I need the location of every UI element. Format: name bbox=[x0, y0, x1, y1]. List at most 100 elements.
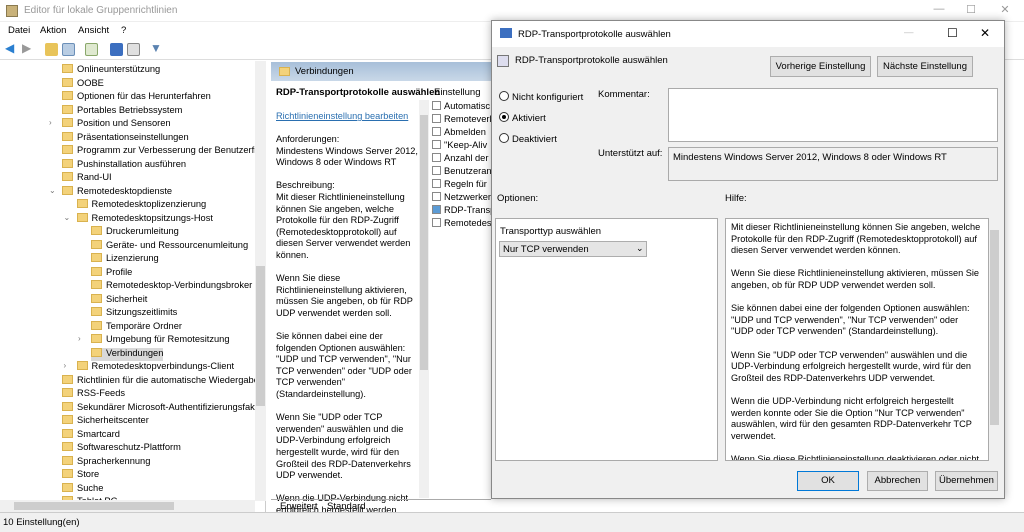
next-setting-button[interactable]: Nächste Einstellung bbox=[877, 56, 973, 77]
tree-item[interactable]: Rand-UI bbox=[62, 172, 112, 185]
tree-item[interactable]: Lizenzierung bbox=[91, 253, 159, 266]
dialog-title-bar: RDP-Transportprotokolle auswählen — ☐ ✕ bbox=[492, 21, 1004, 47]
setting-item[interactable]: RDP-Transp bbox=[432, 205, 492, 218]
transport-type-select[interactable]: Nur TCP verwenden ⌄ bbox=[499, 241, 647, 257]
menu-help[interactable]: ? bbox=[121, 25, 126, 36]
tree-item[interactable]: Remotedesktoplizenzierung bbox=[76, 199, 206, 212]
setting-item[interactable]: Abmelden bbox=[432, 127, 492, 140]
ok-button[interactable]: OK bbox=[797, 471, 859, 491]
cancel-button[interactable]: Abbrechen bbox=[867, 471, 928, 491]
setting-item[interactable]: Automatisc bbox=[432, 101, 492, 114]
tree-item[interactable]: Sitzungszeitlimits bbox=[91, 307, 177, 320]
scroll-thumb[interactable] bbox=[256, 266, 265, 406]
help-scrollbar[interactable] bbox=[989, 218, 1000, 461]
radio-circle[interactable] bbox=[499, 133, 509, 143]
radio-not-configured[interactable]: Nicht konfiguriert bbox=[499, 91, 583, 103]
dialog-close-button[interactable]: ✕ bbox=[980, 26, 990, 40]
folder-icon bbox=[91, 320, 102, 330]
setting-item[interactable]: Anzahl der bbox=[432, 153, 492, 166]
tree-item[interactable]: RSS-Feeds bbox=[62, 388, 125, 401]
tab-standard[interactable]: Standard bbox=[327, 501, 366, 512]
options-pane: Transporttyp auswählen Nur TCP verwenden… bbox=[495, 218, 718, 461]
tree-item[interactable]: Präsentationseinstellungen bbox=[62, 131, 189, 145]
tree-item[interactable]: Spracherkennung bbox=[62, 455, 150, 469]
help-icon[interactable] bbox=[110, 43, 123, 56]
tree-item[interactable]: ⌄ Remotedesktopdienste bbox=[49, 185, 172, 199]
close-button[interactable]: ✕ bbox=[990, 3, 1020, 16]
tree-item[interactable]: Druckerumleitung bbox=[91, 226, 179, 239]
tree-item[interactable]: Richtlinien für die automatische Wiederg… bbox=[62, 374, 259, 388]
tree-horizontal-scrollbar[interactable] bbox=[0, 500, 255, 512]
tree-vertical-scrollbar[interactable] bbox=[255, 61, 266, 501]
tree-item[interactable]: Optionen für das Herunterfahren bbox=[62, 91, 211, 104]
edit-policy-link[interactable]: Richtlinieneinstellung bearbeiten bbox=[276, 111, 408, 121]
setting-item[interactable]: Netzwerker bbox=[432, 192, 492, 205]
minimize-button[interactable]: — bbox=[924, 3, 954, 15]
tree-item[interactable]: Portables Betriebssystem bbox=[62, 104, 182, 118]
setting-item[interactable]: Remoteverl bbox=[432, 114, 492, 127]
show-tree-icon[interactable] bbox=[62, 43, 75, 56]
filter-icon[interactable]: ▼ bbox=[150, 41, 163, 55]
tree-item[interactable]: › Umgebung für Remotesitzung bbox=[78, 334, 230, 347]
radio-enabled[interactable]: Aktiviert bbox=[499, 112, 546, 124]
radio-circle[interactable] bbox=[499, 91, 509, 101]
tree-item[interactable]: Sicherheitscenter bbox=[62, 415, 149, 428]
previous-setting-button[interactable]: Vorherige Einstellung bbox=[770, 56, 871, 77]
folder-icon bbox=[76, 361, 88, 370]
help-label: Hilfe: bbox=[725, 193, 747, 204]
tree-item[interactable]: OOBE bbox=[62, 77, 104, 91]
tree-item[interactable]: › Remotedesktopverbindungs-Client bbox=[64, 361, 235, 374]
scroll-thumb[interactable] bbox=[990, 230, 999, 425]
tab-erweitert[interactable]: Erweitert bbox=[280, 501, 317, 512]
tree-item-label: Sicherheit bbox=[106, 293, 148, 304]
maximize-button[interactable]: ☐ bbox=[956, 3, 986, 16]
tree-item[interactable]: Geräte- und Ressourcenumleitung bbox=[91, 239, 248, 253]
menu-aktion[interactable]: Aktion bbox=[40, 25, 66, 36]
tree-item[interactable]: Remotedesktop-Verbindungsbroker bbox=[91, 280, 252, 293]
up-folder-icon[interactable] bbox=[45, 43, 58, 56]
dialog-minimize-button[interactable]: — bbox=[904, 27, 914, 38]
chevron-right-icon[interactable]: › bbox=[64, 361, 67, 370]
setting-item[interactable]: Benutzeran bbox=[432, 166, 492, 179]
setting-item[interactable]: "Keep-Aliv bbox=[432, 140, 492, 153]
chevron-right-icon[interactable]: › bbox=[78, 334, 81, 343]
tree-item-label: Softwareschutz-Plattform bbox=[77, 442, 181, 452]
tree-item[interactable]: Verbindungen bbox=[91, 347, 164, 361]
back-icon[interactable]: ◀ bbox=[5, 41, 18, 55]
dialog-maximize-button[interactable]: ☐ bbox=[947, 26, 958, 40]
tree-item[interactable]: Smartcard bbox=[62, 428, 120, 442]
tree-item[interactable]: Programm zur Verbesserung der Benutzerfr… bbox=[62, 145, 265, 158]
scroll-thumb[interactable] bbox=[14, 502, 174, 510]
column-header-einstellung[interactable]: Einstellung bbox=[434, 87, 480, 98]
menu-datei[interactable]: Datei bbox=[8, 25, 30, 36]
menu-ansicht[interactable]: Ansicht bbox=[78, 25, 109, 36]
comment-field[interactable] bbox=[668, 88, 998, 142]
setting-item[interactable]: Remotedes bbox=[432, 218, 492, 231]
tree-item[interactable]: Store bbox=[62, 469, 99, 482]
tree-item[interactable]: Sekundärer Microsoft-Authentifizierungsf… bbox=[62, 401, 257, 415]
tree-item[interactable]: Onlineunterstützung bbox=[62, 64, 160, 77]
tree-item[interactable]: Softwareschutz-Plattform bbox=[62, 442, 181, 455]
tree-item[interactable]: Profile bbox=[91, 266, 132, 280]
tree-item[interactable]: Pushinstallation ausführen bbox=[62, 158, 186, 172]
apply-button[interactable]: Übernehmen bbox=[935, 471, 998, 491]
properties-icon[interactable] bbox=[127, 43, 140, 56]
tree-item[interactable]: › Position und Sensoren bbox=[49, 118, 171, 131]
tree-item[interactable]: Suche bbox=[62, 482, 103, 496]
setting-item[interactable]: Regeln für bbox=[432, 179, 492, 192]
description-scrollbar[interactable] bbox=[419, 100, 429, 498]
folder-icon bbox=[62, 131, 73, 141]
tree-item[interactable]: ⌄ Remotedesktopsitzungs-Host bbox=[64, 212, 213, 226]
tree-item-label: Lizenzierung bbox=[106, 253, 159, 263]
tree-item-label: Remotedesktopverbindungs-Client bbox=[91, 361, 235, 371]
forward-icon[interactable]: ▶ bbox=[22, 41, 35, 55]
tree-item[interactable]: Temporäre Ordner bbox=[91, 320, 182, 334]
tree-item[interactable]: Sicherheit bbox=[91, 293, 148, 307]
chevron-down-icon[interactable]: ⌄ bbox=[49, 186, 56, 195]
scroll-thumb[interactable] bbox=[420, 115, 428, 370]
radio-circle[interactable] bbox=[499, 112, 509, 122]
export-icon[interactable] bbox=[85, 43, 98, 56]
radio-disabled[interactable]: Deaktiviert bbox=[499, 133, 557, 145]
chevron-right-icon[interactable]: › bbox=[49, 118, 52, 127]
chevron-down-icon[interactable]: ⌄ bbox=[64, 213, 71, 222]
